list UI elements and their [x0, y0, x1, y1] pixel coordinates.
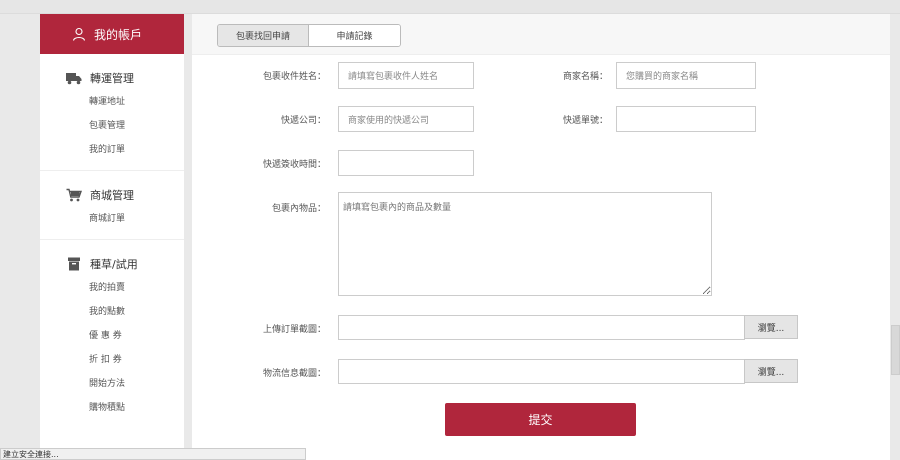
- logistics-screenshot-file-field[interactable]: [338, 359, 745, 384]
- box-icon: [66, 257, 82, 271]
- merchant-label: 商家名稱：: [562, 72, 608, 82]
- signed-time-label: 快遞簽收時間：: [262, 160, 326, 170]
- tracking-input[interactable]: [616, 106, 756, 132]
- browser-status-bar: 建立安全連接...: [0, 448, 306, 460]
- sidebar-item-parcel-manage[interactable]: 包裹管理: [40, 114, 184, 138]
- contents-textarea[interactable]: [338, 192, 712, 296]
- logistics-screenshot-label: 物流信息截圖：: [262, 369, 326, 379]
- order-screenshot-label: 上傳訂單截圖：: [262, 325, 326, 335]
- sidebar-item-my-orders[interactable]: 我的訂單: [40, 138, 184, 162]
- sidebar-section-mall: 商城管理 商城訂單: [40, 171, 184, 240]
- main-panel: 包裹找回申請 申請記錄 包裹收件姓名： 請填寫包裹收件人姓名 商家名稱： 您購買…: [192, 14, 890, 460]
- sidebar-item-shopping-points[interactable]: 購物積點: [40, 396, 184, 420]
- sidebar-header-label: 我的帳戶: [94, 27, 143, 42]
- submit-button[interactable]: 提交: [445, 403, 636, 436]
- recipient-label: 包裹收件姓名：: [262, 72, 326, 82]
- order-screenshot-file-field[interactable]: [338, 315, 745, 340]
- sidebar-section-trial: 種草/試用 我的拍賣 我的點數 優 惠 券 折 扣 券 開始方法 購物積點: [40, 240, 184, 428]
- tab-bar: 包裹找回申請 申請記錄: [192, 14, 890, 55]
- sidebar-section-title: 商城管理: [40, 183, 184, 207]
- sidebar-section-title: 種草/試用: [40, 252, 184, 276]
- feedback-side-tab[interactable]: [891, 325, 900, 375]
- courier-label: 快遞公司：: [280, 116, 326, 126]
- signed-time-input[interactable]: [338, 150, 474, 176]
- tab-application-records[interactable]: 申請記錄: [309, 25, 400, 46]
- sidebar-item-my-auction[interactable]: 我的拍賣: [40, 276, 184, 300]
- recipient-input[interactable]: 請填寫包裹收件人姓名: [338, 62, 474, 89]
- sidebar-item-coupons[interactable]: 優 惠 券: [40, 324, 184, 348]
- tab-parcel-recovery[interactable]: 包裹找回申請: [218, 25, 309, 46]
- contents-label: 包裹內物品：: [271, 204, 326, 214]
- order-screenshot-browse-button[interactable]: 瀏覽...: [744, 315, 798, 339]
- tracking-label: 快遞單號：: [562, 116, 608, 126]
- sidebar-header[interactable]: 我的帳戶: [40, 14, 184, 54]
- sidebar-item-discount-coupons[interactable]: 折 扣 券: [40, 348, 184, 372]
- sidebar-item-transfer-address[interactable]: 轉運地址: [40, 90, 184, 114]
- merchant-input[interactable]: 您購買的商家名稱: [616, 62, 756, 89]
- truck-icon: [66, 71, 82, 85]
- user-icon: [72, 27, 86, 41]
- cart-icon: [66, 188, 82, 202]
- sidebar-item-mall-orders[interactable]: 商城訂單: [40, 207, 184, 231]
- sidebar-item-start-method[interactable]: 開始方法: [40, 372, 184, 396]
- browser-top-strip: [0, 0, 900, 14]
- tab-group: 包裹找回申請 申請記錄: [217, 24, 401, 47]
- sidebar-section-transport: 轉運管理 轉運地址 包裹管理 我的訂單: [40, 54, 184, 171]
- sidebar: 我的帳戶 轉運管理 轉運地址 包裹管理 我的訂單 商城管理 商城訂單 種草/試用…: [40, 14, 184, 460]
- logistics-screenshot-browse-button[interactable]: 瀏覽...: [744, 359, 798, 383]
- courier-input[interactable]: 商家使用的快遞公司: [338, 106, 474, 132]
- sidebar-section-title: 轉運管理: [40, 66, 184, 90]
- sidebar-item-my-points[interactable]: 我的點數: [40, 300, 184, 324]
